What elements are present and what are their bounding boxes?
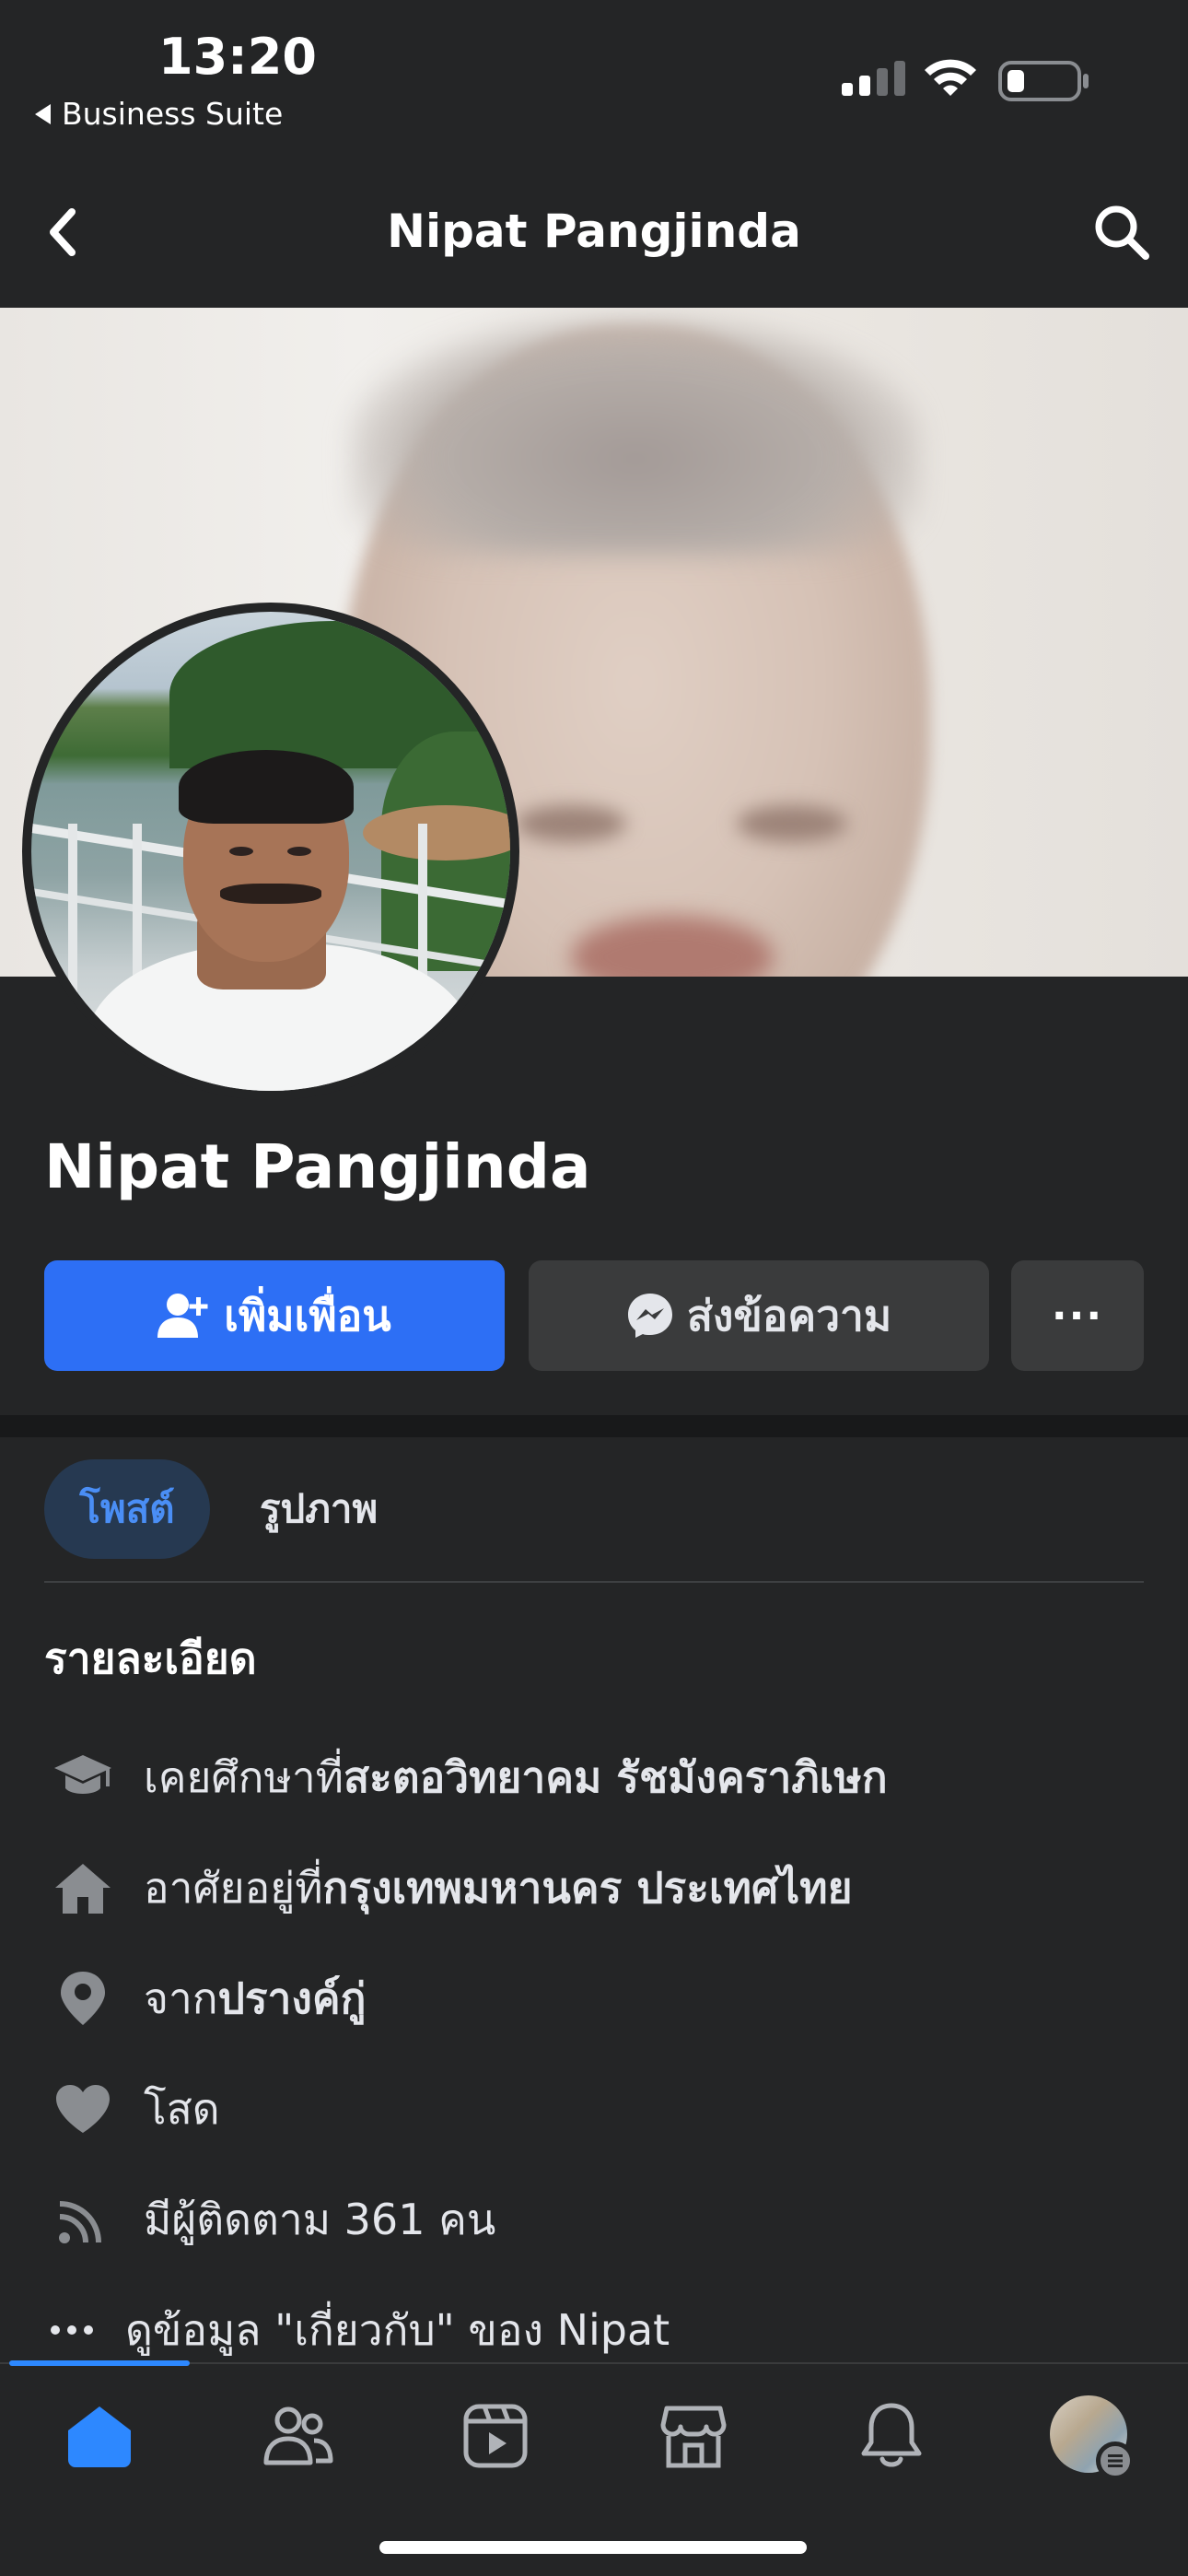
bell-icon <box>861 2403 922 2467</box>
tabs-divider <box>44 1581 1144 1583</box>
rss-icon <box>44 2181 122 2258</box>
detail-followers[interactable]: มีผู้ติดตาม 361 คน <box>44 2178 495 2261</box>
battery-icon <box>998 61 1089 101</box>
detail-education[interactable]: เคยศึกษาที่ สะตอวิทยาคม รัชมังคราภิเษก <box>44 1736 888 1819</box>
marketplace-icon <box>660 2406 727 2468</box>
search-icon[interactable] <box>1092 203 1151 262</box>
detail-followers-text: มีผู้ติดตาม 361 คน <box>144 2194 496 2244</box>
add-friend-button[interactable]: เพิ่มเพื่อน <box>44 1260 505 1371</box>
profile-picture[interactable] <box>22 603 519 1100</box>
friends-icon <box>263 2406 333 2465</box>
more-dots-icon <box>44 2291 99 2369</box>
more-options-button[interactable]: ··· <box>1011 1260 1144 1371</box>
detail-relationship-value: โสด <box>144 2083 220 2134</box>
video-icon <box>463 2404 528 2468</box>
detail-lives-in-prefix: อาศัยอยู่ที่ <box>144 1862 323 1913</box>
back-triangle-icon <box>35 103 51 124</box>
see-about-info-link[interactable]: ดูข้อมูล "เกี่ยวกับ" ของ Nipat <box>44 2289 670 2371</box>
messenger-icon <box>627 1294 672 1338</box>
scroll-indicator <box>9 2360 190 2366</box>
section-divider <box>0 1415 1188 1437</box>
nav-video[interactable] <box>451 2392 540 2480</box>
location-pin-icon <box>44 1960 122 2037</box>
home-indicator[interactable] <box>379 2541 807 2554</box>
see-about-info-label: ดูข้อมูล "เกี่ยวกับ" ของ Nipat <box>125 2304 670 2355</box>
status-bar: 13:20 Business Suite <box>0 0 1188 157</box>
add-friend-icon <box>157 1294 208 1338</box>
detail-from[interactable]: จาก ปรางค์กู่ <box>44 1957 366 2040</box>
wifi-icon <box>925 59 976 96</box>
detail-lives-in-value: กรุงเทพมหานคร ประเทศไทย <box>322 1862 853 1913</box>
home-icon <box>68 2406 131 2467</box>
cellular-signal-icon <box>842 59 905 96</box>
tab-photos[interactable]: รูปภาพ <box>260 1459 378 1559</box>
detail-from-prefix: จาก <box>144 1973 218 2023</box>
graduation-cap-icon <box>44 1739 122 1816</box>
nav-friends[interactable] <box>253 2392 342 2480</box>
tab-posts[interactable]: โพสต์ <box>44 1459 210 1559</box>
message-button[interactable]: ส่งข้อความ <box>529 1260 989 1371</box>
heart-icon <box>44 2070 122 2148</box>
details-heading: รายละเอียด <box>44 1633 257 1683</box>
profile-name: Nipat Pangjinda <box>44 1131 591 1202</box>
home-icon <box>44 1849 122 1926</box>
detail-relationship[interactable]: โสด <box>44 2067 220 2150</box>
back-app-label: Business Suite <box>62 96 284 132</box>
top-header: Nipat Pangjinda <box>0 157 1188 308</box>
more-dots-icon: ··· <box>1051 1292 1104 1340</box>
nav-notifications[interactable] <box>847 2392 936 2480</box>
nav-home[interactable] <box>55 2392 144 2480</box>
back-to-app-link[interactable]: Business Suite <box>35 96 283 132</box>
detail-education-prefix: เคยศึกษาที่ <box>144 1751 344 1802</box>
clock: 13:20 <box>158 28 317 86</box>
add-friend-label: เพิ่มเพื่อน <box>224 1290 391 1341</box>
detail-education-value: สะตอวิทยาคม รัชมังคราภิเษก <box>343 1751 888 1802</box>
menu-lines-icon <box>1096 2441 1135 2480</box>
message-label: ส่งข้อความ <box>686 1290 892 1341</box>
detail-lives-in[interactable]: อาศัยอยู่ที่ กรุงเทพมหานคร ประเทศไทย <box>44 1846 853 1929</box>
page-title: Nipat Pangjinda <box>387 205 801 258</box>
nav-marketplace[interactable] <box>649 2392 738 2480</box>
profile-page: 13:20 Business Suite Nipat Pangjinda Nip… <box>0 0 1188 2576</box>
detail-from-value: ปรางค์กู่ <box>217 1973 367 2023</box>
